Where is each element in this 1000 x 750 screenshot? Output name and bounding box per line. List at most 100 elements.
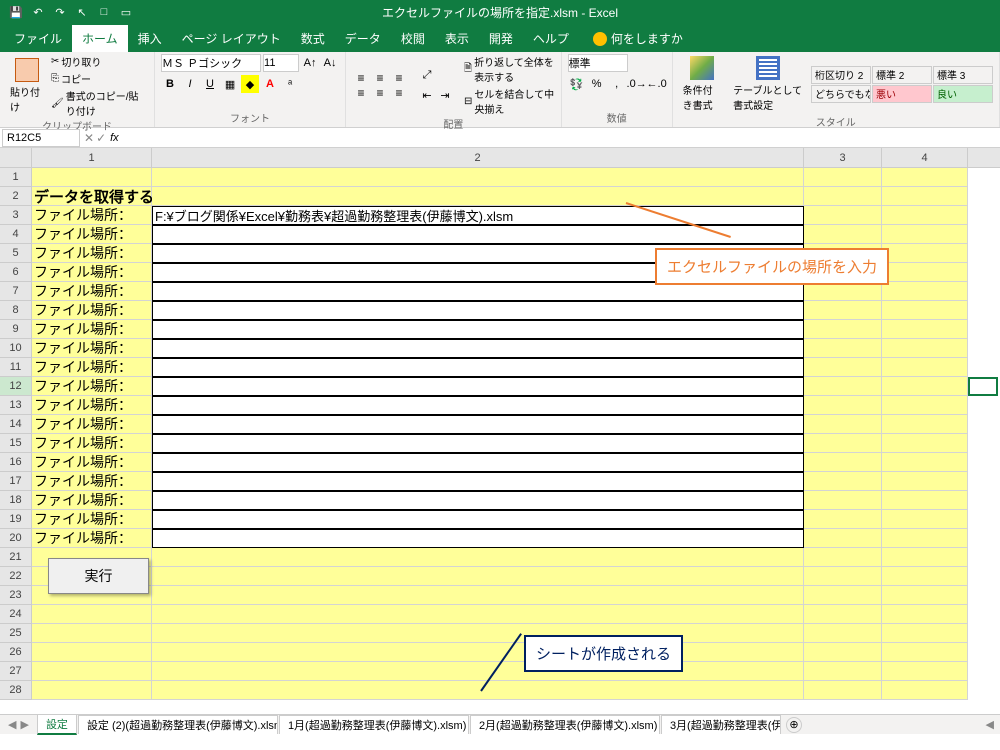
row-header[interactable]: 19 — [0, 510, 32, 529]
row-header[interactable]: 15 — [0, 434, 32, 453]
cell[interactable] — [152, 529, 804, 548]
cell[interactable] — [882, 225, 968, 244]
row-header[interactable]: 6 — [0, 263, 32, 282]
cell[interactable] — [882, 643, 968, 662]
cell[interactable] — [152, 434, 804, 453]
cell[interactable] — [804, 415, 882, 434]
wrap-text-button[interactable]: 🗎折り返して全体を表示する — [464, 54, 555, 84]
sheet-tab[interactable]: 設定 (2)(超過勤務整理表(伊藤博文).xlsm) — [78, 715, 278, 734]
save-icon[interactable]: 💾 — [8, 4, 24, 20]
cell[interactable] — [804, 206, 882, 225]
enter-icon[interactable]: ✓ — [96, 131, 106, 145]
cell[interactable] — [32, 605, 152, 624]
row-header[interactable]: 23 — [0, 586, 32, 605]
currency-button[interactable]: 💱 — [568, 75, 586, 93]
conditional-format-button[interactable]: 条件付き書式 — [679, 54, 725, 114]
cell[interactable] — [32, 662, 152, 681]
row-header[interactable]: 21 — [0, 548, 32, 567]
cell[interactable] — [152, 396, 804, 415]
fx-icon[interactable]: fx — [110, 132, 119, 144]
cell[interactable] — [882, 434, 968, 453]
row-header[interactable]: 8 — [0, 301, 32, 320]
tell-me[interactable]: 何をしますか — [583, 25, 693, 52]
paste-button[interactable]: 貼り付け — [6, 56, 47, 116]
comma-button[interactable]: , — [608, 75, 626, 93]
cell[interactable] — [882, 263, 968, 282]
cell[interactable] — [882, 491, 968, 510]
cell[interactable] — [804, 643, 882, 662]
cell[interactable] — [152, 415, 804, 434]
border-button[interactable]: ▦ — [221, 75, 239, 93]
cell[interactable] — [804, 491, 882, 510]
fill-color-button[interactable]: ◆ — [241, 75, 259, 93]
cell[interactable] — [882, 320, 968, 339]
cell[interactable] — [152, 472, 804, 491]
row-header[interactable]: 22 — [0, 567, 32, 586]
tab-nav-next-icon[interactable]: ▶ — [20, 718, 28, 731]
execute-button[interactable]: 実行 — [48, 558, 149, 594]
cell[interactable] — [882, 301, 968, 320]
formula-input[interactable] — [123, 129, 1000, 147]
cell[interactable]: ファイル場所： — [32, 263, 152, 282]
cell[interactable]: F:¥ブログ関係¥Excel¥勤務表¥超過勤務整理表(伊藤博文).xlsm — [152, 206, 804, 225]
row-header[interactable]: 1 — [0, 168, 32, 187]
cell[interactable] — [804, 320, 882, 339]
pointer-icon[interactable]: ↖ — [74, 4, 90, 20]
cell[interactable] — [882, 624, 968, 643]
cell[interactable]: ファイル場所： — [32, 472, 152, 491]
tab-formulas[interactable]: 数式 — [291, 25, 335, 52]
col-header[interactable]: 2 — [152, 148, 804, 167]
cell[interactable] — [152, 624, 804, 643]
indent-dec-button[interactable]: ⇤ — [418, 86, 436, 104]
cell[interactable] — [152, 567, 804, 586]
tab-developer[interactable]: 開発 — [479, 25, 523, 52]
scroll-left-icon[interactable]: ◀ — [980, 718, 1000, 731]
cell[interactable]: ファイル場所： — [32, 453, 152, 472]
cell[interactable] — [32, 681, 152, 700]
cell[interactable] — [804, 168, 882, 187]
cell[interactable] — [152, 168, 804, 187]
cell[interactable] — [882, 605, 968, 624]
cell[interactable] — [804, 453, 882, 472]
align-buttons[interactable]: ≡≡≡ ≡≡≡ — [352, 71, 408, 100]
inc-decimal-button[interactable]: .0→ — [628, 75, 646, 93]
cell[interactable] — [804, 187, 882, 206]
italic-button[interactable]: I — [181, 75, 199, 93]
select-all-corner[interactable] — [0, 148, 32, 167]
name-box[interactable] — [2, 129, 80, 147]
cell[interactable] — [882, 377, 968, 396]
cell[interactable] — [882, 681, 968, 700]
tab-pagelayout[interactable]: ページ レイアウト — [172, 25, 291, 52]
cell[interactable] — [804, 529, 882, 548]
cell[interactable]: ファイル場所： — [32, 206, 152, 225]
box2-icon[interactable]: ▭ — [118, 4, 134, 20]
cell[interactable] — [152, 301, 804, 320]
percent-button[interactable]: % — [588, 75, 606, 93]
cell[interactable] — [804, 472, 882, 491]
font-color-button[interactable]: A — [261, 75, 279, 93]
cell[interactable]: ファイル場所： — [32, 358, 152, 377]
row-header[interactable]: 12 — [0, 377, 32, 396]
indent-inc-button[interactable]: ⇥ — [436, 86, 454, 104]
cell[interactable] — [882, 510, 968, 529]
cell[interactable] — [882, 529, 968, 548]
cell[interactable] — [882, 168, 968, 187]
cell[interactable] — [152, 681, 804, 700]
sheet-tab[interactable]: 設定 — [37, 714, 77, 735]
col-header[interactable]: 4 — [882, 148, 968, 167]
cancel-icon[interactable]: ✕ — [84, 131, 94, 145]
cell[interactable]: ファイル場所： — [32, 339, 152, 358]
cell[interactable]: ファイル場所： — [32, 396, 152, 415]
cell[interactable] — [152, 377, 804, 396]
sheet-tab[interactable]: 1月(超過勤務整理表(伊藤博文).xlsm) — [279, 715, 469, 734]
cell[interactable] — [882, 187, 968, 206]
font-name-combo[interactable] — [161, 54, 261, 72]
format-painter-button[interactable]: 🖌書式のコピー/貼り付け — [51, 88, 148, 118]
cell[interactable] — [804, 377, 882, 396]
cell[interactable] — [152, 358, 804, 377]
merge-center-button[interactable]: ⊟セルを結合して中央揃え — [464, 86, 555, 116]
row-header[interactable]: 7 — [0, 282, 32, 301]
underline-button[interactable]: U — [201, 75, 219, 93]
cell[interactable]: ファイル場所： — [32, 244, 152, 263]
cell[interactable] — [882, 567, 968, 586]
